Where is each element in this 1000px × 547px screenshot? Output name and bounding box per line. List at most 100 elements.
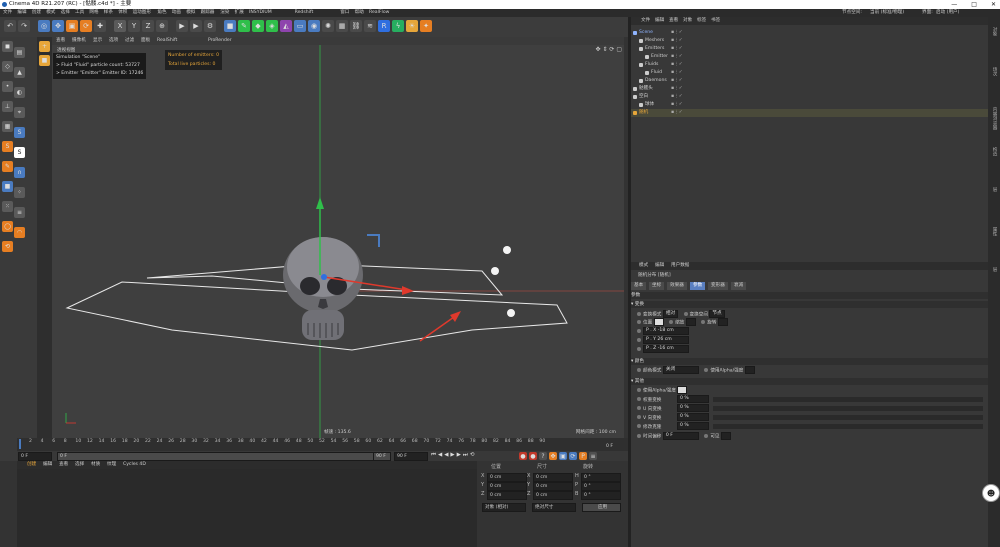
side-tab[interactable]: 场次 — [991, 67, 997, 76]
menu-item[interactable]: 模拟 — [186, 9, 195, 17]
floor-icon[interactable]: ▭ — [294, 20, 306, 32]
viewport-menu-item[interactable]: 查看 — [56, 37, 65, 45]
object-menu-item[interactable]: 对象 — [683, 17, 692, 25]
object-row[interactable]: 空白 ▪⋮✓ — [631, 93, 988, 101]
material-menu-item[interactable]: Cycles 4D — [123, 461, 146, 469]
position-field[interactable]: 0 cm — [487, 482, 527, 491]
position-field[interactable]: 0 cm — [487, 491, 527, 500]
polygon-icon[interactable]: ▲ — [14, 67, 25, 78]
x-axis-icon[interactable]: X — [114, 20, 126, 32]
go-end-icon[interactable]: ⏭ — [463, 452, 468, 459]
timeline-ruler[interactable]: 0 F 2 4 6 8 10 12 14 16 18 20 22 24 26 28 30 32 34 36 38 40… — [17, 438, 628, 451]
attribute-tab[interactable]: 效果器 — [667, 282, 687, 290]
object-menu-item[interactable]: 文件 — [641, 17, 650, 25]
object-row[interactable]: Scene ▪⋮✓ — [631, 29, 988, 37]
slider-track[interactable] — [713, 396, 983, 402]
object-row[interactable]: Emitter ▪⋮✓ — [631, 53, 988, 61]
edge-icon[interactable]: ◇ — [2, 61, 13, 72]
object-row[interactable]: 骷髅头 ▪⋮✓ — [631, 85, 988, 93]
star-icon[interactable]: ✦ — [420, 20, 432, 32]
material-menu-item[interactable]: 创建 — [27, 461, 36, 469]
object-menu-item[interactable]: 书签 — [711, 17, 720, 25]
object-row[interactable]: Fluid ▪⋮✓ — [631, 69, 988, 77]
use-alpha-strength-checkbox[interactable] — [677, 386, 688, 394]
menu-item[interactable]: 样条 — [104, 9, 113, 17]
menu-item[interactable]: 窗口 — [340, 9, 349, 17]
axis-icon[interactable]: ⊥ — [2, 101, 13, 112]
rf-icon[interactable]: R — [378, 20, 390, 32]
attribute-tab[interactable]: 参数 — [690, 282, 706, 290]
attribute-tab[interactable]: 坐标 — [649, 282, 665, 290]
color-mode-select[interactable]: 关闭 — [662, 366, 699, 374]
key-param-icon[interactable]: P — [579, 452, 587, 460]
camera-icon[interactable]: ◉ — [308, 20, 320, 32]
material-menu-item[interactable]: 纹理 — [107, 461, 116, 469]
slider-value-field[interactable]: 0 % — [677, 395, 709, 403]
viewport-menu-item[interactable]: 过滤 — [125, 37, 134, 45]
rotation-field[interactable]: 0 ° — [581, 482, 621, 491]
cube-mode-icon[interactable]: ◼ — [2, 41, 13, 52]
select-tool-icon[interactable]: + — [39, 41, 50, 52]
position-checkbox[interactable] — [653, 318, 664, 326]
object-row[interactable]: Meshers ▪⋮✓ — [631, 37, 988, 45]
attribute-menu-item[interactable]: 用户数据 — [671, 262, 689, 270]
grid-icon[interactable]: ▦ — [336, 20, 348, 32]
position-field[interactable]: 0 cm — [487, 473, 527, 482]
material-menu-item[interactable]: 编辑 — [43, 461, 52, 469]
rotation-field[interactable]: 0 ° — [581, 473, 621, 482]
px-field[interactable]: P . X -18 cm — [643, 327, 689, 335]
object-menu-item[interactable]: 标签 — [697, 17, 706, 25]
menu-item[interactable]: 创建 — [32, 9, 41, 17]
scale-icon[interactable]: ▣ — [66, 20, 78, 32]
undo-icon[interactable]: ↶ — [4, 20, 16, 32]
viewport-menu-item[interactable]: ProRender — [208, 37, 232, 45]
slider-value-field[interactable]: 0 % — [677, 413, 709, 421]
autokey-icon[interactable]: ● — [529, 452, 537, 460]
side-tab[interactable]: 层 — [991, 267, 997, 272]
menu-item[interactable]: 选择 — [61, 9, 70, 17]
minimize-button[interactable]: — — [951, 0, 957, 9]
other-subsection[interactable]: ▾ 其他 — [631, 378, 988, 385]
object-row[interactable]: Daemons ▪⋮✓ — [631, 77, 988, 85]
bolt-icon[interactable]: ϟ — [392, 20, 404, 32]
sun-icon[interactable]: ☀ — [406, 20, 418, 32]
playhead[interactable] — [19, 439, 21, 449]
key-rot-icon[interactable]: ⟳ — [569, 452, 577, 460]
step-back-icon[interactable]: ◀ — [438, 452, 442, 459]
chain-icon[interactable]: ⛓ — [350, 20, 362, 32]
size-field[interactable]: 0 cm — [533, 482, 573, 491]
menu-item[interactable]: 文件 — [3, 9, 12, 17]
menu-item[interactable]: 体积 — [118, 9, 127, 17]
viewport-menu-item[interactable]: 显示 — [93, 37, 102, 45]
viewport-menu-item[interactable]: RealShift — [157, 37, 177, 45]
redo-icon[interactable]: ↷ — [18, 20, 30, 32]
menu-item[interactable]: 工具 — [75, 9, 84, 17]
slider-track[interactable] — [713, 414, 983, 420]
y-axis-icon[interactable]: Y — [128, 20, 140, 32]
menu-item[interactable]: 跟踪器 — [201, 9, 215, 17]
move-icon[interactable]: ✥ — [52, 20, 64, 32]
assistant-icon[interactable]: ☻ — [982, 484, 1000, 502]
menu-item[interactable]: 动画 — [172, 9, 181, 17]
deformer-icon[interactable]: ◭ — [280, 20, 292, 32]
magnet-icon[interactable]: ∩ — [14, 167, 25, 178]
rotation-field[interactable]: 0 ° — [581, 491, 621, 500]
subdivide-icon[interactable]: ◆ — [252, 20, 264, 32]
brush-icon[interactable]: ✎ — [2, 161, 13, 172]
side-tab[interactable]: 内容浏览器 — [991, 107, 997, 130]
visible-checkbox[interactable] — [721, 432, 731, 440]
circle-icon[interactable]: ◯ — [2, 221, 13, 232]
side-tab[interactable]: 构造 — [991, 147, 997, 156]
coord-icon[interactable]: ⊕ — [156, 20, 168, 32]
py-field[interactable]: P . Y 26 cm — [643, 336, 689, 344]
object-visibility-icons[interactable]: ▪⋮✓ — [671, 45, 683, 53]
material-menu-item[interactable]: 查看 — [59, 461, 68, 469]
workplane-icon[interactable]: ▦ — [2, 121, 13, 132]
maximize-button[interactable]: □ — [971, 0, 977, 9]
s2-icon[interactable]: S — [2, 141, 13, 152]
object-visibility-icons[interactable]: ▪⋮✓ — [671, 69, 683, 77]
model-mode-icon[interactable]: ■ — [39, 55, 50, 66]
object-row[interactable]: Emitters ▪⋮✓ — [631, 45, 988, 53]
render-pic-icon[interactable]: ▶ — [190, 20, 202, 32]
object-row[interactable]: 随机 ▪⋮✓ — [631, 109, 988, 117]
